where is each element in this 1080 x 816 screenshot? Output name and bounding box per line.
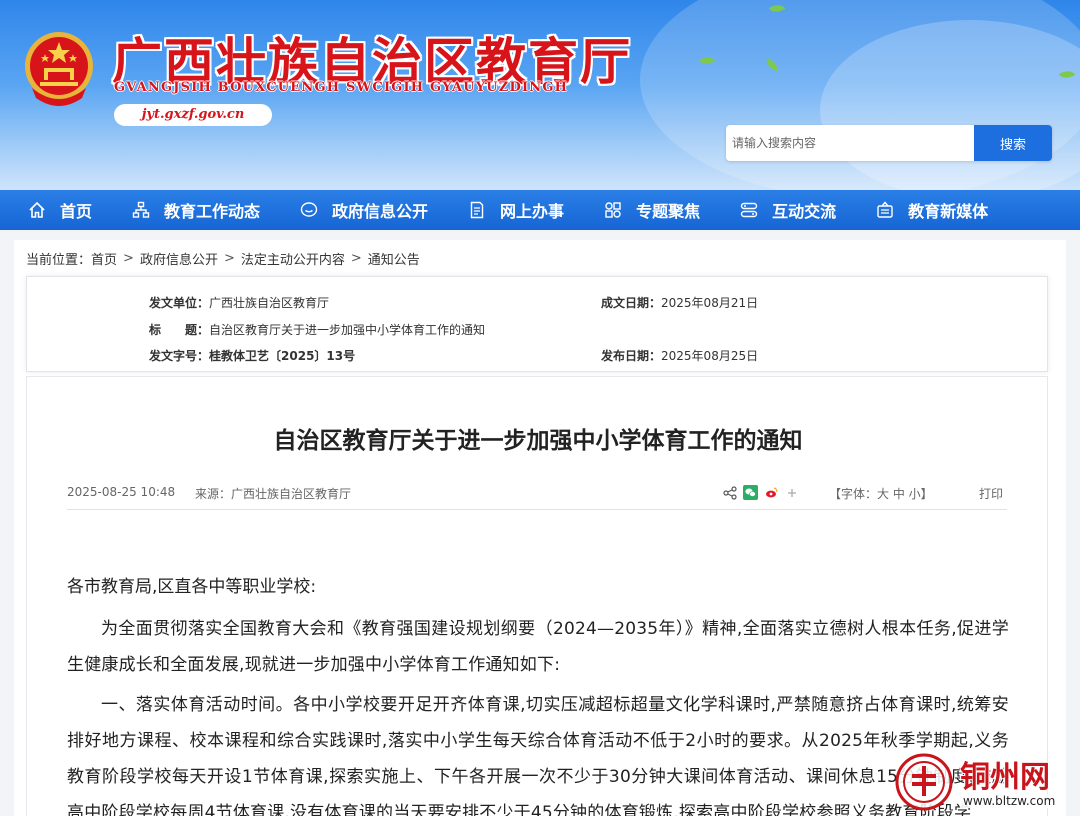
meta-label: 发文字号：: [149, 349, 210, 363]
meta-label: 成文日期：: [601, 296, 662, 310]
breadcrumb-separator: >: [350, 250, 362, 266]
national-emblem-icon: [25, 32, 93, 106]
font-size-switch[interactable]: 【字体：大 中 小】: [829, 485, 933, 502]
nav-item-label: 互动交流: [772, 202, 837, 221]
breadcrumb-item[interactable]: 政府信息公开: [140, 249, 218, 268]
chat-bubble-icon: [300, 202, 318, 217]
nav-item-edu-news[interactable]: 教育工作动态: [132, 190, 260, 230]
meta-value: 桂教体卫艺〔2025〕13号: [209, 349, 356, 363]
search-input[interactable]: [726, 125, 974, 161]
media-icon: [877, 201, 893, 218]
meta-pub-date: 发布日期：2025年08月25日: [601, 347, 758, 364]
breadcrumb: 当前位置： 首页 > 政府信息公开 > 法定主动公开内容 > 通知公告: [14, 240, 1066, 276]
meta-label: 发文单位：: [149, 296, 210, 310]
nav-item-label: 网上办事: [500, 202, 565, 221]
meta-doc-no: 发文字号：桂教体卫艺〔2025〕13号: [149, 347, 355, 364]
meta-label: 标 题：: [149, 323, 210, 337]
share-tools: [723, 485, 797, 500]
divider: [67, 509, 1007, 510]
article-info-bar: 2025-08-25 10:48 来源：广西壮族自治区教育厅 【字体：大 中 小…: [67, 485, 1007, 505]
article-paragraph: 为全面贯彻落实全国教育大会和《教育强国建设规划纲要（2024—2035年）》精神…: [67, 619, 1009, 675]
site-header: 广西壮族自治区教育厅 GVANGJSIH BOUXCUENGH SWCIGIH …: [0, 0, 1080, 190]
exchange-icon: [740, 202, 758, 218]
nav-item-label: 首页: [60, 202, 93, 221]
document-meta: 发文单位：广西壮族自治区教育厅 成文日期：2025年08月21日 标 题：自治区…: [26, 276, 1048, 372]
meta-label: 发布日期：: [601, 349, 662, 363]
breadcrumb-item[interactable]: 首页: [91, 249, 117, 268]
article-greeting: 各市教育局,区直各中等职业学校:: [67, 577, 317, 597]
article-title: 自治区教育厅关于进一步加强中小学体育工作的通知: [273, 428, 803, 454]
weibo-icon[interactable]: [764, 485, 779, 500]
breadcrumb-item[interactable]: 法定主动公开内容: [241, 249, 345, 268]
meta-value: 自治区教育厅关于进一步加强中小学体育工作的通知: [209, 323, 486, 337]
org-chart-icon: [132, 201, 150, 218]
breadcrumb-prefix: 当前位置：: [26, 252, 92, 268]
breadcrumb-separator: >: [223, 250, 235, 266]
main-nav: 首页 教育工作动态 政府信息公开 网上办事 专题聚焦 互动交流 教育新媒体: [0, 190, 1080, 230]
share-icon[interactable]: [723, 485, 737, 500]
article-body: 各市教育局,区直各中等职业学校: 为全面贯彻落实全国教育大会和《教育强国建设规划…: [67, 569, 1009, 816]
nav-item-label: 教育工作动态: [164, 202, 261, 221]
nav-item-topics[interactable]: 专题聚焦: [604, 190, 700, 230]
site-domain: jyt.gxzf.gov.cn: [114, 104, 272, 126]
article-source: 来源：广西壮族自治区教育厅: [195, 487, 352, 501]
search-box: 搜索: [726, 125, 1052, 161]
meta-value: 2025年08月25日: [661, 349, 759, 363]
watermark-logo-icon: [895, 753, 953, 811]
content-card: 发文单位：广西壮族自治区教育厅 成文日期：2025年08月21日 标 题：自治区…: [14, 276, 1066, 816]
nav-item-interaction[interactable]: 互动交流: [740, 190, 836, 230]
nav-item-home[interactable]: 首页: [28, 190, 92, 230]
nav-item-label: 教育新媒体: [908, 202, 989, 221]
grid-icon: [605, 202, 621, 218]
meta-value: 2025年08月21日: [661, 296, 759, 310]
nav-item-gov-info[interactable]: 政府信息公开: [300, 190, 428, 230]
wechat-icon[interactable]: [743, 485, 758, 500]
plus-icon[interactable]: [787, 488, 797, 498]
article-paragraph: 一、落实体育活动时间。各中小学校要开足开齐体育课,切实压减超标超量文化学科课时,…: [67, 695, 1009, 816]
print-link[interactable]: 打印: [979, 485, 1003, 502]
meta-date: 成文日期：2025年08月21日: [601, 294, 758, 311]
watermark: 铜州网 www.bltzw.com: [894, 752, 1080, 816]
search-button[interactable]: 搜索: [974, 125, 1052, 161]
nav-item-new-media[interactable]: 教育新媒体: [876, 190, 988, 230]
watermark-url: www.bltzw.com: [960, 794, 1059, 808]
site-subtitle: GVANGJSIH BOUXCUENGH SWCIGIH GYAUYUZDING…: [114, 80, 569, 95]
document-icon: [470, 201, 484, 219]
breadcrumb-item[interactable]: 通知公告: [368, 249, 420, 268]
article: 自治区教育厅关于进一步加强中小学体育工作的通知 2025-08-25 10:48…: [26, 376, 1048, 816]
meta-title: 标 题：自治区教育厅关于进一步加强中小学体育工作的通知: [149, 321, 485, 338]
nav-item-label: 专题聚焦: [636, 202, 701, 221]
meta-value: 广西壮族自治区教育厅: [209, 296, 330, 310]
breadcrumb-separator: >: [123, 250, 134, 266]
watermark-text: 铜州网: [960, 760, 1050, 795]
nav-item-online-service[interactable]: 网上办事: [468, 190, 564, 230]
home-icon: [29, 201, 45, 218]
meta-issuer: 发文单位：广西壮族自治区教育厅: [149, 294, 329, 311]
article-datetime: 2025-08-25 10:48: [67, 485, 176, 499]
nav-item-label: 政府信息公开: [332, 202, 429, 221]
